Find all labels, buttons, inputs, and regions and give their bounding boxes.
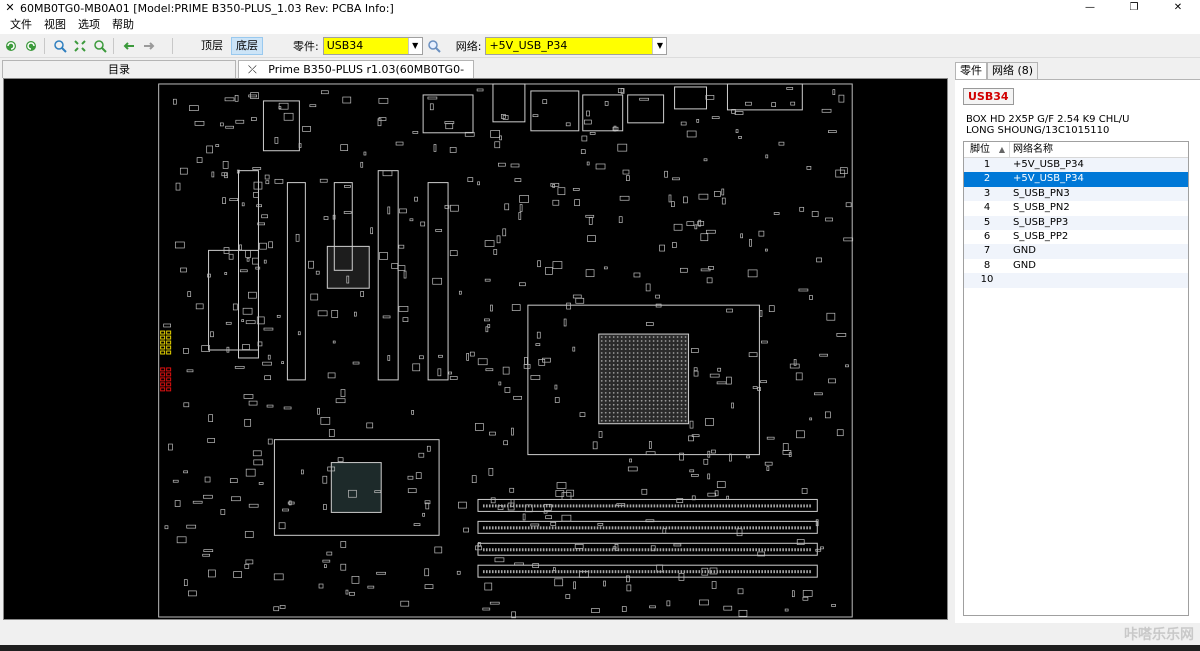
pcb-drawing (158, 83, 854, 619)
back-button[interactable] (120, 37, 138, 55)
search-icon[interactable] (426, 38, 442, 54)
part-description: BOX HD 2X5P G/F 2.54 K9 CHL/U LONG SHOUN… (966, 114, 1129, 136)
part-name-badge: USB34 (963, 88, 1014, 105)
pcb-canvas[interactable] (3, 78, 948, 620)
pin-table-header: 脚位 ▲ 网络名称 (964, 142, 1188, 158)
toolbar-separator (113, 37, 114, 54)
arrow-right-icon (144, 41, 155, 50)
table-row[interactable]: 8 GND (964, 259, 1188, 273)
tab-parts-label: 零件 (960, 64, 982, 77)
menu-help[interactable]: 帮助 (106, 16, 140, 34)
fit-icon (74, 39, 86, 52)
taskbar (0, 645, 1200, 651)
pin-net-name (1010, 273, 1013, 287)
window-title: 60MB0TG0-MB0A01 [Model:PRIME B350-PLUS_1… (20, 1, 394, 15)
table-row[interactable]: 2 +5V_USB_P34 (964, 172, 1188, 187)
top-layer-button[interactable]: 顶层 (197, 37, 227, 55)
pin-table-body: 1 +5V_USB_P34 2 +5V_USB_P34 3 S_USB_PN3 4 S_USB… (964, 158, 1188, 288)
pin-number: 4 (983, 202, 991, 214)
rotate-right-icon (26, 40, 36, 51)
col-pin-header[interactable]: 脚位 ▲ (964, 142, 1010, 157)
rotate-left-button[interactable] (2, 37, 20, 55)
menu-options[interactable]: 选项 (72, 16, 106, 34)
right-panel: 零件 网络 (8) USB34 BOX HD 2X5P G/F 2.54 K9 … (955, 60, 1200, 623)
table-row[interactable]: 1 +5V_USB_P34 (964, 158, 1188, 173)
pin-number: 5 (983, 216, 991, 228)
sort-asc-icon: ▲ (998, 145, 1005, 154)
toolbar-separator (172, 37, 173, 54)
pin-net-name: +5V_USB_P34 (1013, 173, 1084, 185)
tab-parts[interactable]: 零件 (955, 62, 987, 79)
tab-catalog[interactable]: 目录 (2, 60, 236, 78)
watermark-text: 咔嗒乐乐网 (1124, 627, 1194, 643)
chevron-down-icon[interactable]: ▼ (407, 37, 422, 54)
tab-nets[interactable]: 网络 (8) (987, 62, 1039, 79)
pin-number: 3 (983, 187, 991, 199)
pin-number: 6 (983, 230, 991, 242)
pin-net-name: S_USB_PP2 (1013, 230, 1069, 242)
part-label: 零件: (293, 39, 319, 53)
window-controls: — ❐ ✕ (1068, 0, 1200, 16)
pin-number: 2 (983, 173, 991, 185)
maximize-button[interactable]: ❐ (1112, 0, 1156, 16)
pin-number: 10 (980, 274, 994, 286)
part-desc-line-2: LONG SHOUNG/13C1015110 (966, 125, 1110, 136)
pin-net-name: S_USB_PN2 (1013, 202, 1070, 214)
pin-net-name: +5V_USB_P34 (1013, 159, 1084, 170)
pin-net-name: S_USB_PP3 (1013, 216, 1069, 228)
col-net-label: 网络名称 (1013, 144, 1053, 155)
pin-net-name: S_USB_PN3 (1013, 187, 1070, 199)
net-label: 网络: (455, 39, 482, 53)
table-row[interactable]: 5 S_USB_PP3 (964, 215, 1188, 230)
pin-icon: ⤫ (247, 63, 257, 76)
pin-net-name: GND (1013, 259, 1036, 271)
title-bar: ✕ 60MB0TG0-MB0A01 [Model:PRIME B350-PLUS… (0, 0, 1200, 16)
col-net-header[interactable]: 网络名称 (1010, 142, 1053, 157)
table-row[interactable]: 3 S_USB_PN3 (964, 186, 1188, 202)
zoom-in-icon (54, 39, 67, 53)
toolbar: 顶层 底层 零件: USB34 ▼ 网络: +5V_USB_P34 ▼ (0, 34, 1200, 58)
pin-number: 8 (983, 259, 991, 271)
tab-catalog-label: 目录 (108, 63, 130, 76)
zoom-in-button[interactable] (51, 37, 69, 55)
close-button[interactable]: ✕ (1156, 0, 1200, 16)
rotate-left-icon (6, 40, 16, 51)
menu-file[interactable]: 文件 (4, 16, 38, 34)
tab-board[interactable]: ⤫ Prime B350-PLUS r1.03(60MB0TG0-MB0A01)… (238, 60, 474, 93)
minimize-button[interactable]: — (1068, 0, 1112, 16)
table-row[interactable]: 4 S_USB_PN2 (964, 201, 1188, 215)
menu-view[interactable]: 视图 (38, 16, 72, 34)
part-desc-line-1: BOX HD 2X5P G/F 2.54 K9 CHL/U (966, 114, 1130, 125)
parts-panel: USB34 BOX HD 2X5P G/F 2.54 K9 CHL/U LONG… (955, 79, 1200, 623)
pin-table: 脚位 ▲ 网络名称 1 +5V_USB_P34 2 +5V_USB_P34 3 S_USB… (963, 141, 1189, 616)
table-row[interactable]: 7 GND (964, 244, 1188, 259)
table-row[interactable]: 10 (964, 273, 1188, 288)
part-search-value: USB34 (326, 38, 364, 52)
document-tabs: 目录 ⤫ Prime B350-PLUS r1.03(60MB0TG0-MB0A… (0, 60, 950, 93)
fit-button[interactable] (71, 37, 89, 55)
forward-button[interactable] (140, 37, 158, 55)
tab-nets-label: 网络 (8) (992, 64, 1034, 77)
zoom-out-button[interactable] (91, 37, 109, 55)
zoom-out-icon (94, 39, 107, 53)
pin-number: 1 (983, 159, 991, 170)
app-icon: ✕ (5, 1, 15, 14)
col-pin-label: 脚位 (970, 144, 990, 155)
menu-bar: 文件 视图 选项 帮助 (0, 16, 1200, 34)
net-search-value: +5V_USB_P34 (489, 38, 568, 52)
part-search-input[interactable]: USB34 ▼ (322, 36, 423, 55)
bottom-layer-button[interactable]: 底层 (231, 36, 263, 55)
toolbar-separator (44, 37, 45, 54)
chevron-down-icon[interactable]: ▼ (652, 37, 667, 54)
rotate-right-button[interactable] (22, 37, 40, 55)
table-row[interactable]: 6 S_USB_PP2 (964, 230, 1188, 244)
arrow-left-icon (123, 41, 134, 50)
pin-net-name: GND (1013, 245, 1036, 257)
net-search-input[interactable]: +5V_USB_P34 ▼ (485, 36, 668, 55)
pin-number: 7 (983, 245, 991, 257)
